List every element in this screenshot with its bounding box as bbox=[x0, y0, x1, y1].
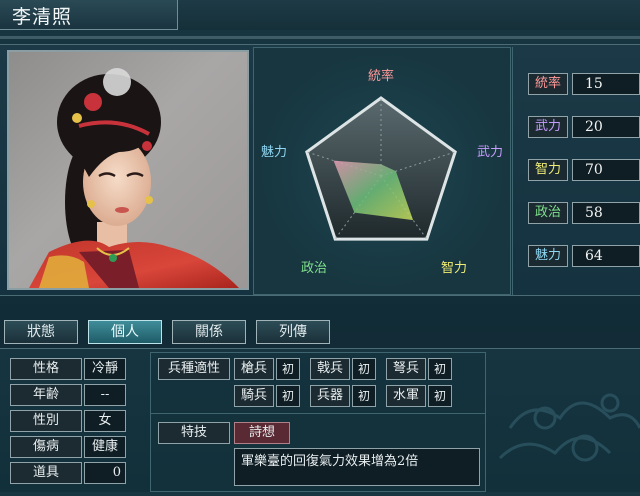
aptitude-title: 兵種適性 bbox=[158, 358, 230, 380]
stat-intelligence-value: 70 bbox=[572, 159, 640, 181]
aptitude-halberd-value: 初 bbox=[352, 358, 376, 380]
injury-label: 傷病 bbox=[10, 436, 82, 458]
radar-label-lead: 統率 bbox=[368, 68, 394, 84]
aptitude-cavalry-value: 初 bbox=[276, 385, 300, 407]
aptitude-siege-label: 兵器 bbox=[310, 385, 350, 407]
stat-politics-label: 政治 bbox=[528, 202, 568, 224]
gender-label: 性別 bbox=[10, 410, 82, 432]
stat-leadership-value: 15 bbox=[572, 73, 640, 95]
divider bbox=[150, 413, 486, 414]
aptitude-navy-value: 初 bbox=[428, 385, 452, 407]
aptitude-crossbow-value: 初 bbox=[428, 358, 452, 380]
radar-label-int: 智力 bbox=[441, 261, 467, 276]
age-label: 年齢 bbox=[10, 384, 82, 406]
injury-value: 健康 bbox=[84, 436, 126, 458]
aptitude-navy-label: 水軍 bbox=[386, 385, 426, 407]
tab-personal[interactable]: 個人 bbox=[88, 320, 162, 344]
personality-value: 冷靜 bbox=[84, 358, 126, 380]
stats-radar-panel: 統率 武力 智力 政治 魅力 bbox=[253, 47, 511, 295]
item-label: 道具 bbox=[10, 462, 82, 484]
aptitude-siege-value: 初 bbox=[352, 385, 376, 407]
officer-name: 李清照 bbox=[12, 6, 73, 28]
personality-label: 性格 bbox=[10, 358, 82, 380]
radar-label-war: 武力 bbox=[477, 145, 503, 160]
divider bbox=[0, 36, 640, 39]
radar-label-pol: 政治 bbox=[301, 261, 327, 276]
age-value: -- bbox=[84, 384, 126, 406]
skill-description: 軍樂臺的回復氣力效果增為2倍 bbox=[234, 448, 480, 486]
radar-label-chr: 魅力 bbox=[261, 145, 287, 160]
tab-relations[interactable]: 關係 bbox=[172, 320, 246, 344]
tab-biography[interactable]: 列傳 bbox=[256, 320, 330, 344]
stat-politics-value: 58 bbox=[572, 202, 640, 224]
item-value: 0 bbox=[84, 462, 126, 484]
decorative-cloud-pattern bbox=[490, 348, 640, 492]
tab-status[interactable]: 狀態 bbox=[4, 320, 78, 344]
aptitude-spear-label: 槍兵 bbox=[234, 358, 274, 380]
portrait-image bbox=[29, 68, 239, 288]
aptitude-crossbow-label: 弩兵 bbox=[386, 358, 426, 380]
stat-war-value: 20 bbox=[572, 116, 640, 138]
aptitude-cavalry-label: 騎兵 bbox=[234, 385, 274, 407]
stat-leadership-label: 統率 bbox=[528, 73, 568, 95]
aptitude-halberd-label: 戟兵 bbox=[310, 358, 350, 380]
officer-portrait bbox=[7, 50, 249, 290]
skill-name[interactable]: 詩想 bbox=[234, 422, 290, 444]
stats-radar-chart: 統率 武力 智力 政治 魅力 bbox=[261, 68, 503, 276]
stat-charm-value: 64 bbox=[572, 245, 640, 267]
top-band bbox=[178, 0, 640, 30]
stat-intelligence-label: 智力 bbox=[528, 159, 568, 181]
officer-name-plate: 李清照 bbox=[0, 0, 178, 30]
stat-war-label: 武力 bbox=[528, 116, 568, 138]
gender-value: 女 bbox=[84, 410, 126, 432]
skill-title: 特技 bbox=[158, 422, 230, 444]
stat-charm-label: 魅力 bbox=[528, 245, 568, 267]
aptitude-spear-value: 初 bbox=[276, 358, 300, 380]
